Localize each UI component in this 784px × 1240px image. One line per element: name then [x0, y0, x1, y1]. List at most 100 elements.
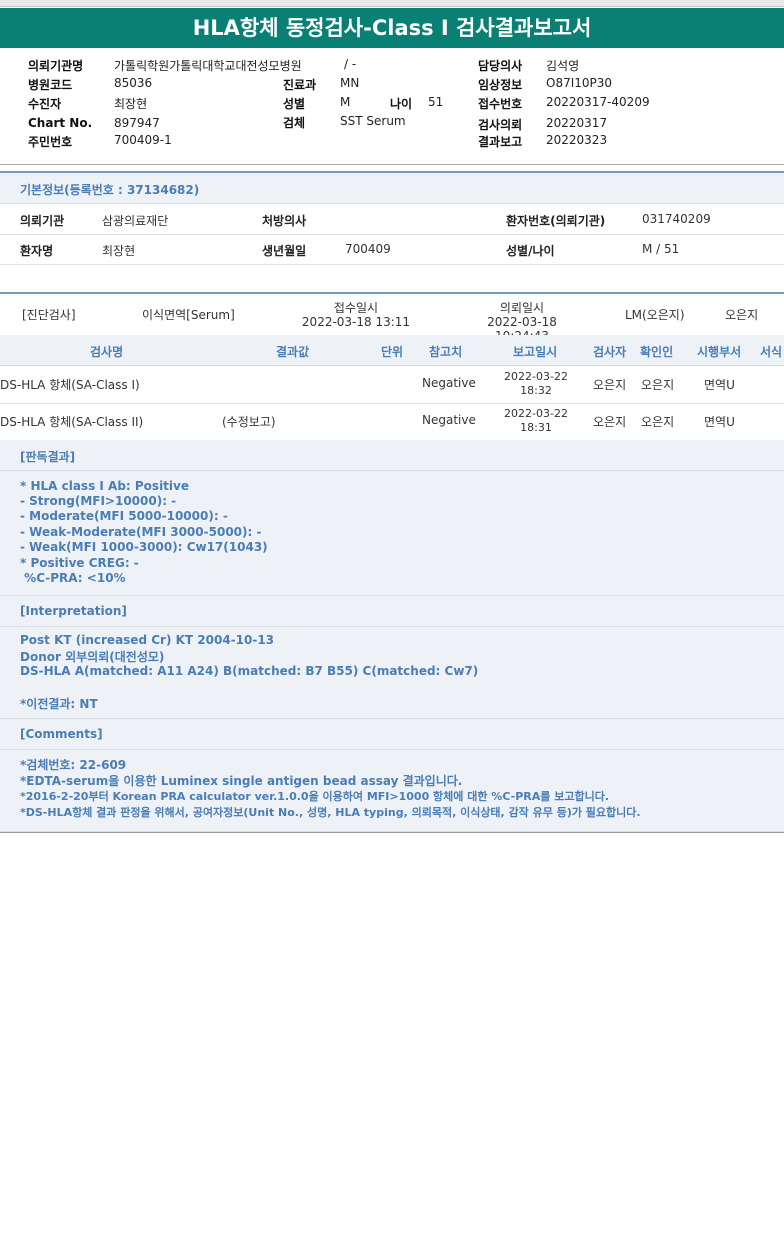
sex-label: 성별: [283, 97, 306, 111]
judgement-line: * HLA class I Ab: Positive: [20, 479, 189, 493]
col-dept: 시행부서: [697, 345, 742, 359]
col-result: 결과값: [276, 345, 310, 359]
col-form: 서식: [760, 345, 783, 359]
bottom-divider: [0, 832, 784, 833]
patient-value: 최장현: [114, 97, 148, 111]
row-test-name: DS-HLA 항체(SA-Class II): [0, 415, 144, 429]
interpretation-body: Post KT (increased Cr) KT 2004-10-13 Don…: [0, 627, 784, 719]
test-group-text: 이식면역[Serum]: [142, 308, 235, 322]
judgement-heading-bar: [판독결과]: [0, 440, 784, 471]
patient-no-value: 031740209: [642, 212, 711, 226]
interpretation-heading: [Interpretation]: [20, 604, 127, 618]
comments-heading: [Comments]: [20, 727, 103, 741]
clinical-value: O87I10P30: [546, 76, 613, 90]
person-text: 오은지: [725, 308, 759, 322]
report-title: HLA항체 동정검사-Class I 검사결과보고서: [0, 8, 784, 48]
row-test-name: DS-HLA 항체(SA-Class I): [0, 378, 140, 392]
specimen-value: SST Serum: [340, 114, 406, 128]
resident-label: 주민번호: [28, 135, 73, 149]
report-header: 의뢰기관명 가톨릭학원가톨릭대학교대전성모병원 / - 담당의사 김석영 병원코…: [0, 50, 784, 165]
doctor-label: 담당의사: [478, 59, 523, 73]
row-dept: 면역U: [704, 378, 735, 392]
receipt-time-value: 2022-03-18 13:11: [301, 315, 411, 329]
comment-line: *EDTA-serum을 이용한 Luminex single antigen …: [20, 774, 463, 788]
sex-value: M: [340, 95, 351, 109]
test-summary-row: [진단검사] 이식면역[Serum] 접수일시 2022-03-18 13:11…: [0, 292, 784, 343]
hosp-code-label: 병원코드: [28, 78, 73, 92]
judgement-line: * Positive CREG: -: [20, 556, 139, 570]
judgement-heading: [판독결과]: [20, 450, 76, 464]
request-time-label: 의뢰일시: [499, 301, 545, 315]
judgement-body: * HLA class I Ab: Positive - Strong(MFI>…: [0, 471, 784, 596]
test-req-value: 20220317: [546, 116, 608, 130]
result-report-value: 20220323: [546, 133, 608, 147]
judgement-line: - Weak(MFI 1000-3000): Cw17(1043): [20, 540, 268, 554]
top-border: [0, 0, 784, 7]
receipt-time-label: 접수일시: [333, 301, 379, 315]
interpretation-line: Donor 외부의뢰(대전성모): [20, 650, 165, 664]
col-tester: 검사자: [593, 345, 627, 359]
basic-info-heading: 기본정보(등록번호 : 37134682): [20, 183, 200, 197]
sexage-value: M / 51: [642, 242, 680, 256]
row-time: 18:31: [520, 421, 552, 434]
result-report-label: 결과보고: [478, 135, 523, 149]
judgement-line: %C-PRA: <10%: [20, 571, 126, 585]
judgement-line: - Strong(MFI>10000): -: [20, 494, 177, 508]
receipt-no-value: 20220317-40209: [546, 95, 650, 109]
interpretation-heading-bar: [Interpretation]: [0, 596, 784, 627]
chart-value: 897947: [114, 116, 160, 130]
col-unit: 단위: [381, 345, 404, 359]
lm-text: LM(오은지): [625, 308, 685, 322]
resident-value: 700409-1: [114, 133, 172, 147]
basic-info-panel: 기본정보(등록번호 : 37134682) 의뢰기관 삼광의료재단 처방의사 환…: [0, 171, 784, 294]
col-ref: 참고치: [429, 345, 463, 359]
doctor-value: 김석영: [546, 59, 580, 73]
col-checker: 확인인: [640, 345, 674, 359]
prescriber-label: 처방의사: [262, 214, 307, 228]
test-req-label: 검사의뢰: [478, 118, 523, 132]
interpretation-line: Post KT (increased Cr) KT 2004-10-13: [20, 633, 275, 647]
sexage-label: 성별/나이: [506, 244, 555, 258]
row-dept: 면역U: [704, 415, 735, 429]
comments-heading-bar: [Comments]: [0, 719, 784, 750]
inst-label: 의뢰기관: [20, 214, 65, 228]
row-tester: 오은지: [593, 415, 627, 429]
table-row[interactable]: DS-HLA 항체(SA-Class I) Negative 2022-03-2…: [0, 366, 784, 404]
comment-line: *검체번호: 22-609: [20, 758, 127, 772]
clinical-label: 임상정보: [478, 78, 523, 92]
inst-value: 삼광의료재단: [102, 214, 169, 228]
request-inst-value: 가톨릭학원가톨릭대학교대전성모병원: [114, 59, 302, 73]
comment-line: *2016-2-20부터 Korean PRA calculator ver.1…: [20, 790, 609, 803]
table-row[interactable]: DS-HLA 항체(SA-Class II) (수정보고) Negative 2…: [0, 403, 784, 441]
dob-label: 생년월일: [262, 244, 307, 258]
judgement-line: - Weak-Moderate(MFI 3000-5000): -: [20, 525, 262, 539]
row-tester: 오은지: [593, 378, 627, 392]
row-checker: 오은지: [641, 378, 675, 392]
row-checker: 오은지: [641, 415, 675, 429]
row-date: 2022-03-22: [504, 370, 568, 383]
judgement-line: - Moderate(MFI 5000-10000): -: [20, 509, 228, 523]
basic-row-2: 환자명 최장현 생년월일 700409 성별/나이 M / 51: [0, 234, 784, 265]
name-value: 최장현: [102, 244, 136, 258]
row-result: (수정보고): [222, 415, 276, 429]
age-value: 51: [428, 95, 444, 109]
comment-line: *DS-HLA항체 결과 판정을 위해서, 공여자정보(Unit No., 성명…: [20, 806, 641, 819]
specimen-label: 검체: [283, 116, 306, 130]
dob-value: 700409: [345, 242, 391, 256]
request-inst-label: 의뢰기관명: [28, 59, 84, 73]
age-label: 나이: [390, 97, 413, 111]
row-ref: Negative: [422, 376, 476, 390]
basic-row-1: 의뢰기관 삼광의료재단 처방의사 환자번호(의뢰기관) 031740209: [0, 204, 784, 235]
patient-no-label: 환자번호(의뢰기관): [506, 214, 606, 228]
comments-body: *검체번호: 22-609 *EDTA-serum을 이용한 Luminex s…: [0, 750, 784, 832]
row-ref: Negative: [422, 413, 476, 427]
interpretation-line: DS-HLA A(matched: A11 A24) B(matched: B7…: [20, 664, 479, 678]
receipt-no-label: 접수번호: [478, 97, 523, 111]
name-label: 환자명: [20, 244, 54, 258]
interpretation-line: *이전결과: NT: [20, 697, 98, 711]
basic-info-heading-bar: 기본정보(등록번호 : 37134682): [0, 173, 784, 204]
row-time: 18:32: [520, 384, 552, 397]
dept-label: 진료과: [283, 78, 317, 92]
results-table-header: 검사명 결과값 단위 참고치 보고일시 검사자 확인인 시행부서 서식: [0, 335, 784, 366]
ward-value: / -: [344, 57, 357, 71]
